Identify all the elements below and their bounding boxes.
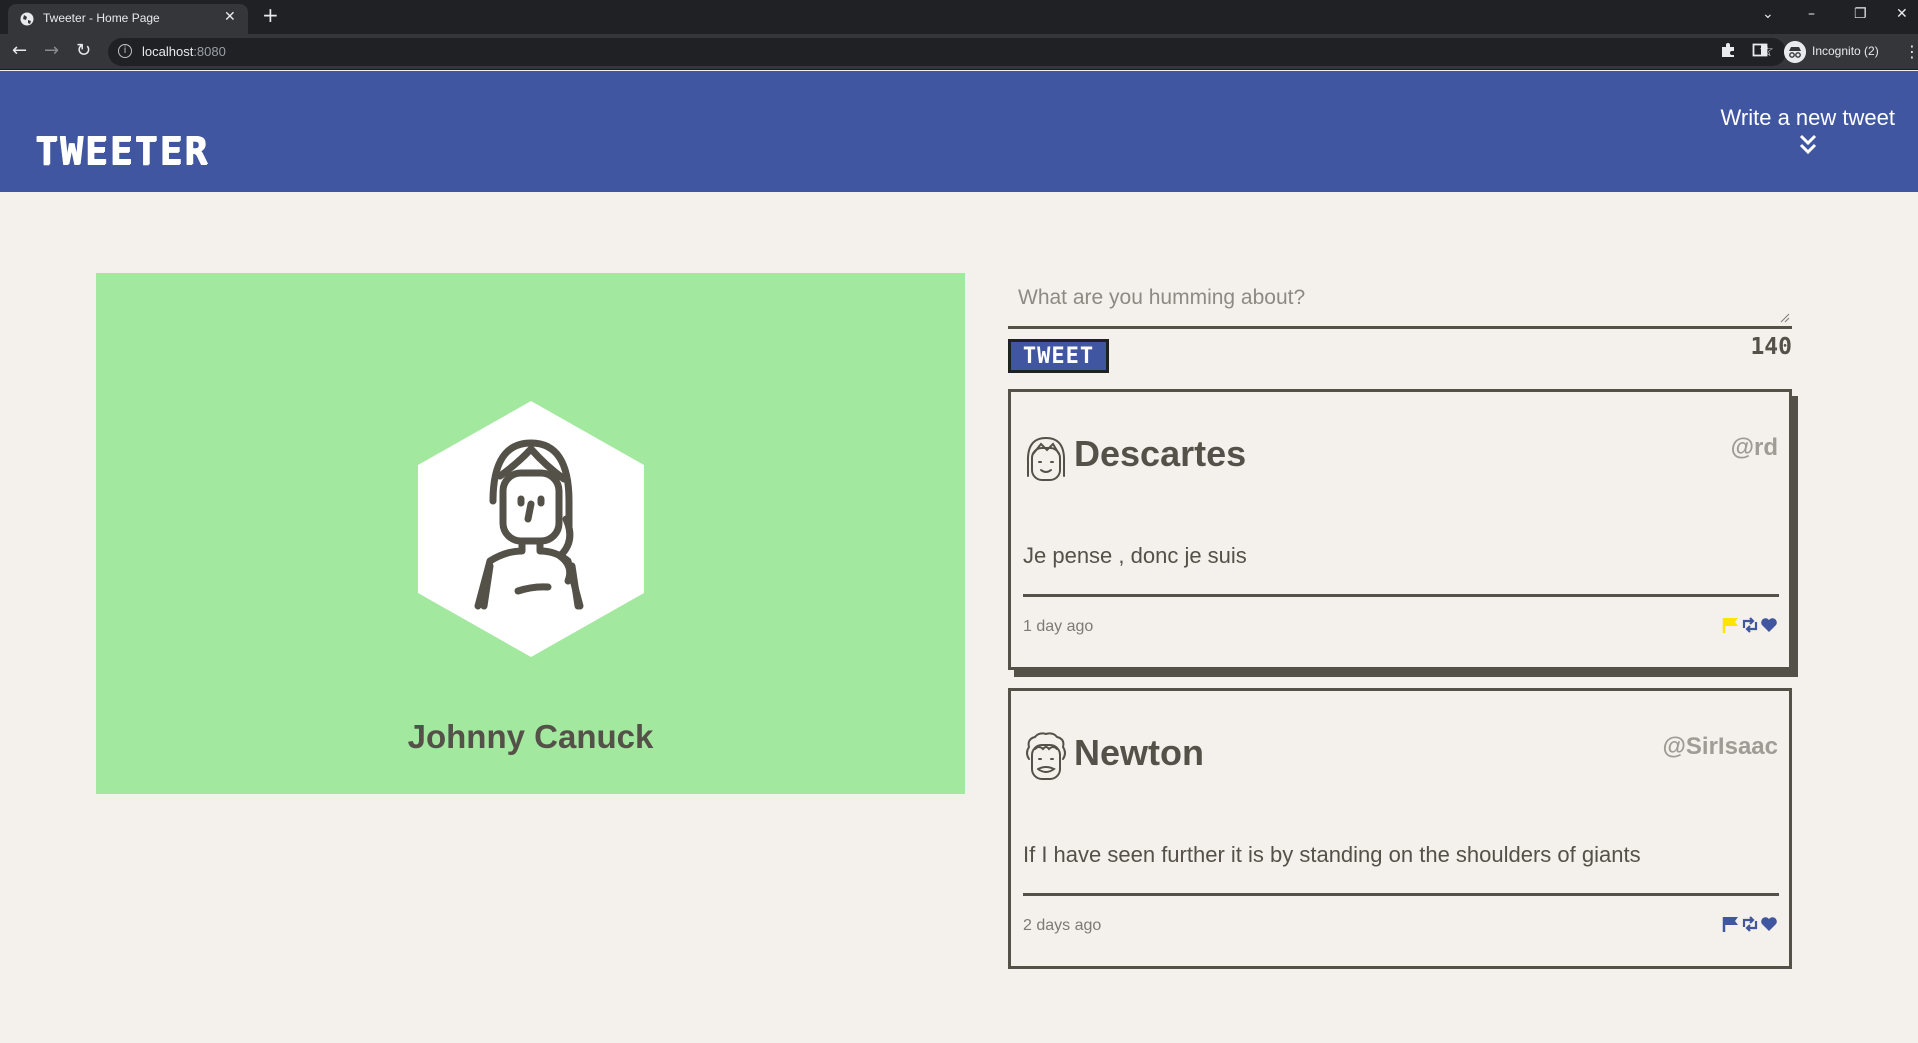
site-navbar: TWEETER Write a new tweet bbox=[0, 71, 1918, 192]
user-avatar bbox=[1026, 436, 1066, 481]
tweet-divider bbox=[1023, 594, 1779, 597]
tweet-timestamp: 1 day ago bbox=[1023, 618, 1094, 635]
tweet-content: Je pense , donc je suis bbox=[1023, 543, 1247, 568]
browser-toolbar: ← → ↻ i localhost:8080 ☆ Incognito (2) ⋮ bbox=[0, 34, 1918, 70]
tweet-author-name: Newton bbox=[1074, 732, 1204, 773]
reload-icon[interactable]: ↻ bbox=[76, 42, 91, 60]
tweet-timestamp: 2 days ago bbox=[1023, 917, 1102, 934]
tweet-text-input[interactable] bbox=[1008, 273, 1792, 329]
side-panel-icon[interactable] bbox=[1752, 42, 1768, 58]
flag-icon[interactable] bbox=[1722, 616, 1740, 634]
profile-name: Johnny Canuck bbox=[407, 718, 654, 755]
character-counter: 140 bbox=[1750, 334, 1792, 360]
tweet-author-name: Descartes bbox=[1074, 433, 1247, 474]
url-host: localhost bbox=[142, 44, 194, 59]
tweet-actions bbox=[1722, 915, 1778, 935]
profile-avatar bbox=[418, 401, 644, 657]
heart-icon[interactable] bbox=[1760, 616, 1778, 634]
heart-icon[interactable] bbox=[1760, 915, 1778, 933]
double-chevron-down-icon bbox=[1799, 134, 1816, 155]
write-new-tweet-toggle[interactable]: Write a new tweet bbox=[1721, 105, 1895, 157]
browser-tab-bar: Tweeter - Home Page ✕ + ⌄ – ❐ ✕ bbox=[0, 0, 1918, 34]
tab-title: Tweeter - Home Page bbox=[43, 11, 160, 25]
new-tab-icon[interactable]: + bbox=[262, 5, 279, 25]
minimize-icon[interactable]: – bbox=[1808, 6, 1815, 22]
site-logo[interactable]: TWEETER bbox=[35, 129, 209, 173]
browser-menu-icon[interactable]: ⋮ bbox=[1904, 42, 1918, 61]
incognito-label: Incognito (2) bbox=[1812, 44, 1879, 58]
page: TWEETER Write a new tweet Johnny Canuck … bbox=[0, 71, 1918, 1043]
user-avatar bbox=[1026, 732, 1066, 780]
tweet-card: Newton @SirIsaac If I have seen further … bbox=[1008, 688, 1792, 969]
globe-icon bbox=[20, 12, 34, 26]
resize-handle-icon[interactable] bbox=[1780, 313, 1790, 323]
site-info-icon[interactable]: i bbox=[118, 44, 132, 58]
extensions-icon[interactable] bbox=[1720, 42, 1736, 58]
retweet-icon[interactable] bbox=[1741, 616, 1759, 634]
browser-tab[interactable]: Tweeter - Home Page ✕ bbox=[8, 4, 248, 34]
profile-panel: Johnny Canuck bbox=[96, 273, 965, 794]
tweet-card: Descartes @rd Je pense , donc je suis 1 … bbox=[1008, 389, 1792, 670]
back-icon[interactable]: ← bbox=[12, 42, 27, 60]
url-text: localhost:8080 bbox=[142, 44, 226, 59]
address-bar[interactable]: i localhost:8080 ☆ bbox=[108, 38, 1786, 66]
forward-icon[interactable]: → bbox=[44, 42, 59, 60]
incognito-profile-button[interactable]: Incognito (2) bbox=[1782, 39, 1892, 65]
write-new-tweet-label: Write a new tweet bbox=[1720, 105, 1895, 130]
tweet-submit-button[interactable]: TWEET bbox=[1008, 339, 1109, 373]
tweet-author-handle: @rd bbox=[1730, 434, 1778, 461]
tweet-divider bbox=[1023, 893, 1779, 896]
tweet-author-handle: @SirIsaac bbox=[1662, 733, 1778, 760]
incognito-icon bbox=[1784, 41, 1806, 63]
flag-icon[interactable] bbox=[1722, 915, 1740, 933]
close-window-icon[interactable]: ✕ bbox=[1896, 6, 1908, 22]
restore-icon[interactable]: ❐ bbox=[1854, 6, 1867, 22]
url-port: :8080 bbox=[193, 44, 226, 59]
tab-close-icon[interactable]: ✕ bbox=[224, 9, 236, 25]
retweet-icon[interactable] bbox=[1741, 915, 1759, 933]
tab-search-icon[interactable]: ⌄ bbox=[1762, 6, 1774, 22]
tweet-content: If I have seen further it is by standing… bbox=[1023, 842, 1641, 867]
tweet-actions bbox=[1722, 616, 1778, 636]
